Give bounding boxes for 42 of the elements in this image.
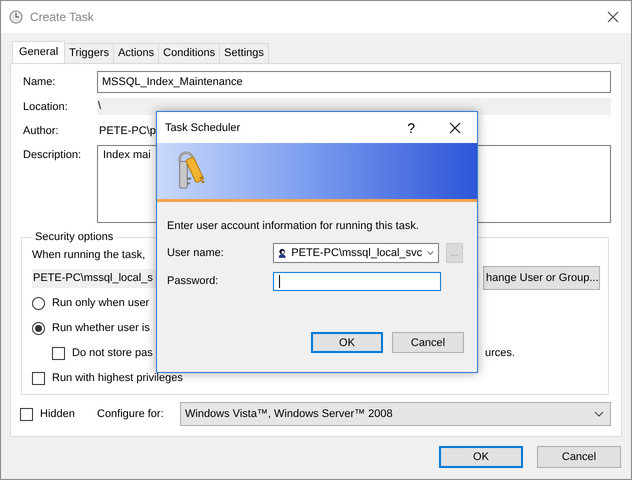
clock-icon	[9, 10, 23, 24]
chevron-icon	[427, 250, 434, 256]
password-label: Password:	[167, 275, 220, 287]
tab[interactable]: General	[12, 41, 66, 63]
instruction-text: Enter user account information for running this task.	[167, 220, 420, 234]
option-label: urces.	[484, 347, 515, 359]
checkbox[interactable]	[20, 408, 33, 420]
name-label: Name:	[23, 76, 56, 88]
description-label: Description:	[23, 149, 82, 161]
change-user-button[interactable]: hange User or Group...	[483, 266, 600, 290]
author-label: Author:	[23, 125, 60, 137]
tab[interactable]: Settings	[219, 43, 269, 63]
checkbox[interactable]	[32, 372, 45, 384]
author-value: PETE-PC\p	[98, 125, 156, 137]
close-icon[interactable]	[607, 11, 619, 23]
help-button[interactable]: ?	[407, 120, 415, 136]
cancel-button[interactable]: Cancel	[537, 446, 621, 468]
close-icon[interactable]	[449, 122, 461, 134]
option-label: Run only when user	[52, 297, 150, 309]
prompt-text: When running the task,	[32, 249, 146, 261]
group-title: Security options	[34, 231, 114, 243]
option-label: Run whether user is	[52, 322, 150, 334]
option-label: Do not store pas	[72, 347, 153, 359]
password-field[interactable]	[273, 272, 441, 290]
checkbox[interactable]	[52, 346, 65, 360]
hidden-label: Hidden	[40, 408, 76, 420]
configure-dropdown[interactable]: Windows Vista™, Windows Server™ 2008	[180, 402, 611, 426]
radio-button[interactable]	[32, 296, 45, 310]
user-name-label: User name:	[167, 247, 225, 259]
chevron-icon	[594, 411, 604, 417]
dialog-title: Task Scheduler	[165, 122, 240, 134]
ok-button[interactable]: OK	[311, 332, 383, 353]
user-name-dropdown[interactable]: PETE-PC\mssql_local_svc	[273, 243, 439, 263]
ok-button[interactable]: OK	[439, 446, 523, 468]
location-label: Location:	[23, 100, 69, 112]
name-field[interactable]: MSSQL_Index_Maintenance	[97, 71, 611, 93]
radio-button[interactable]	[32, 322, 45, 334]
option-label: Run with highest privileges	[52, 372, 183, 384]
cancel-button[interactable]: Cancel	[392, 332, 464, 353]
user-icon	[278, 246, 286, 260]
configure-label: Configure for:	[97, 408, 165, 420]
window-title: Create Task	[30, 10, 94, 24]
